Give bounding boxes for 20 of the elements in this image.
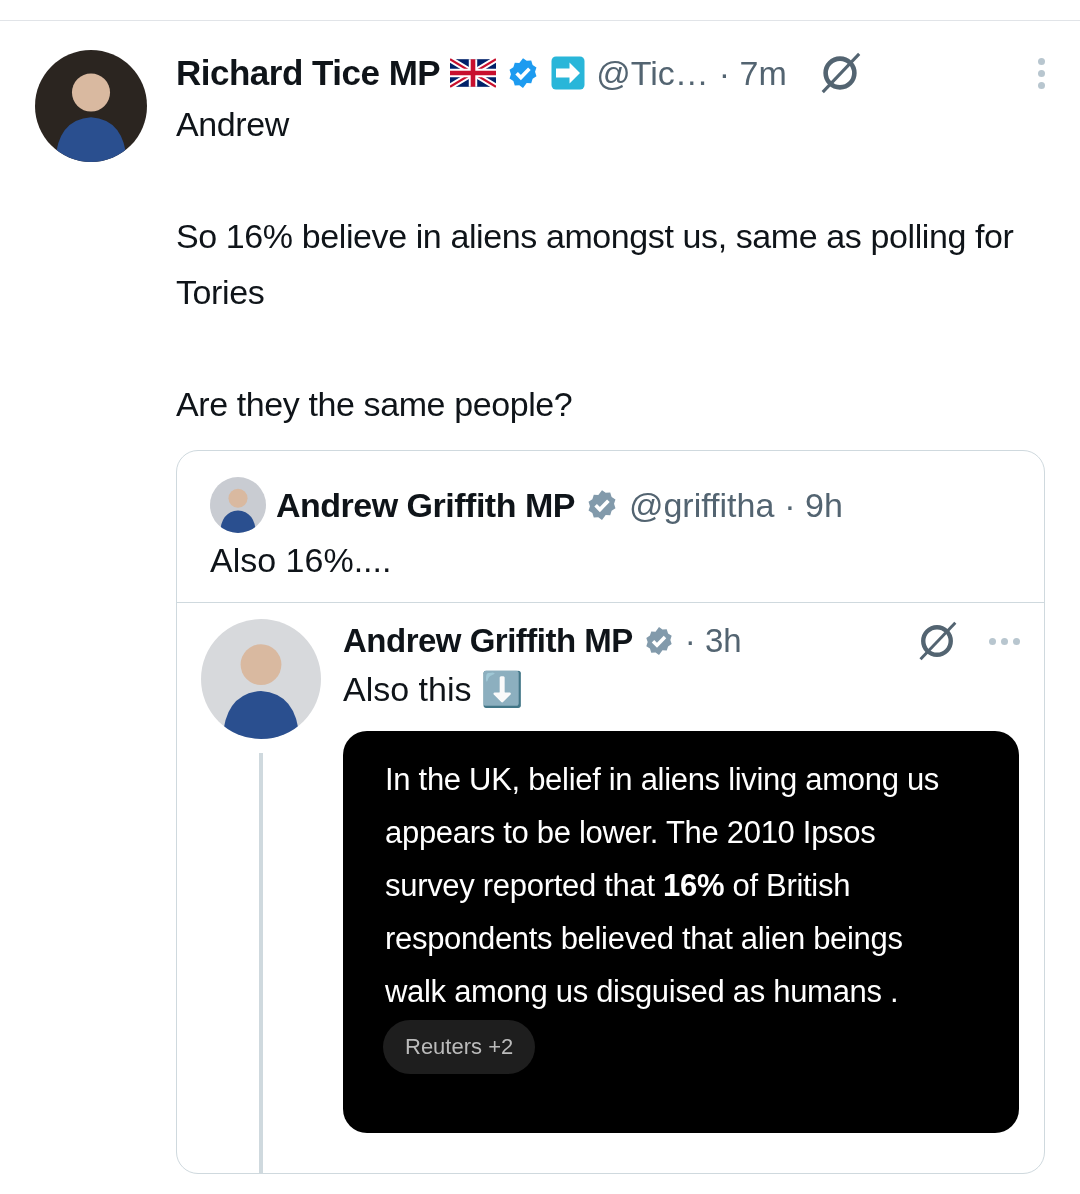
post-text: Also this ⬇ (343, 669, 524, 709)
post-text: So 16% believe in aliens amongst us, same as polling for Tories (176, 216, 1015, 313)
screenshot-text: In the UK, belief in aliens living among us appears to be lower. The 2010 Ipsos survey reported that 16% of British respondents believed that alien beings walk among us disguised as humans . (385, 761, 941, 1011)
union-flag-icon (450, 58, 497, 88)
author-name[interactable]: Andrew Griffith MP (276, 485, 575, 525)
author-name[interactable]: Richard Tice MP (176, 53, 441, 93)
post-time: · 9h (784, 485, 843, 525)
post-text: Are they the same people? (176, 384, 574, 425)
post-text: Also 16%.... (209, 540, 393, 581)
text-screenshot[interactable] (343, 731, 1019, 1133)
post-text: Andrew (176, 104, 291, 145)
quoted-post[interactable] (176, 450, 1045, 1174)
post-time: · 7m (718, 53, 787, 93)
author-name[interactable]: Andrew Griffith MP (343, 622, 633, 660)
author-handle[interactable]: @Tic… (596, 53, 709, 93)
post-time: · 3h (684, 622, 742, 660)
arrow-badge-icon (550, 55, 587, 91)
author-handle[interactable]: @griffitha (628, 485, 775, 525)
avatar[interactable] (210, 477, 266, 533)
source-chip[interactable]: Reuters +2 (383, 1020, 536, 1074)
